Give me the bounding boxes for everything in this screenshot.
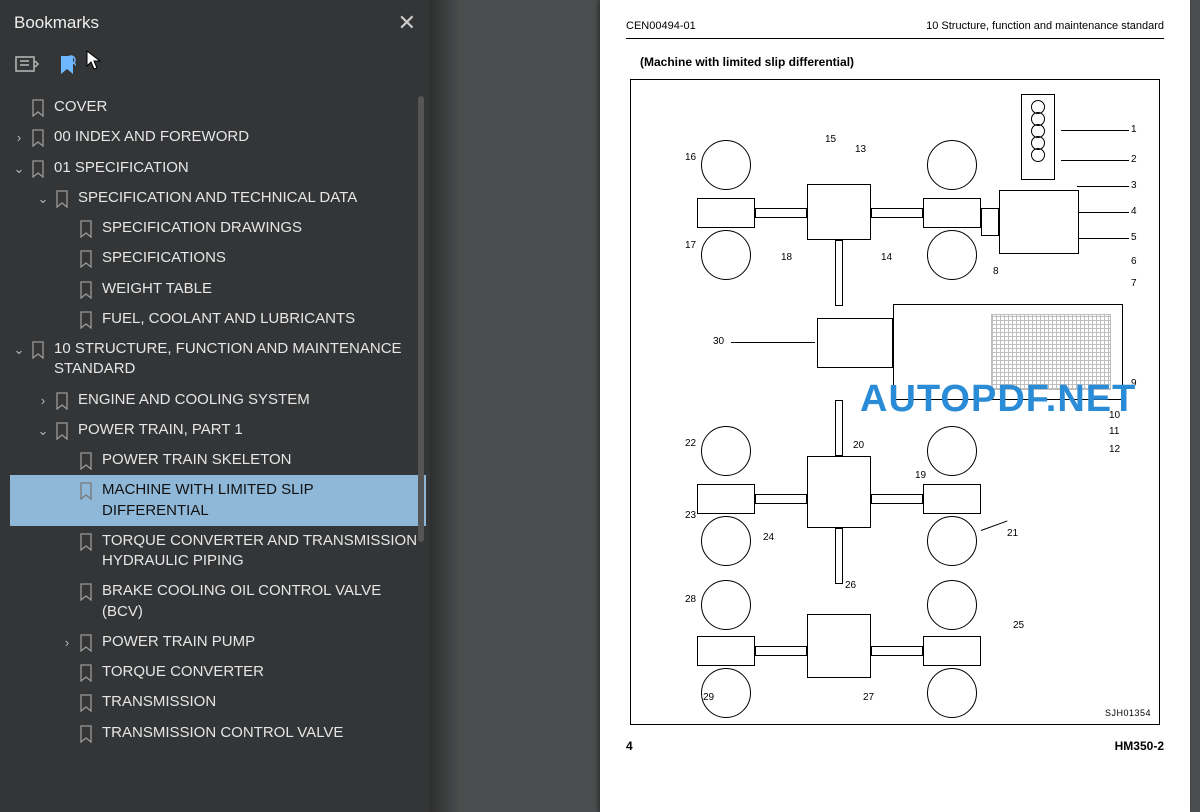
bookmark-icon [28, 160, 48, 178]
expand-chevron-icon[interactable]: ⌄ [34, 422, 52, 440]
bookmarks-title: Bookmarks [14, 13, 99, 33]
bookmark-item[interactable]: › 00 INDEX AND FOREWORD [10, 122, 426, 152]
bookmark-item[interactable]: POWER TRAIN SKELETON [10, 445, 426, 475]
page-footer: 4 HM350-2 [600, 725, 1190, 753]
bookmark-item[interactable]: ⌄ 10 STRUCTURE, FUNCTION AND MAINTENANCE … [10, 334, 426, 385]
bookmark-icon [76, 725, 96, 743]
bookmark-label: SPECIFICATIONS [102, 248, 420, 268]
bookmark-item[interactable]: COVER [10, 92, 426, 122]
bookmark-icon [76, 533, 96, 551]
bookmark-label: TORQUE CONVERTER [102, 662, 420, 682]
bookmark-icon [52, 190, 72, 208]
bookmark-icon [28, 99, 48, 117]
page-number: 4 [626, 739, 633, 753]
bookmark-label: SPECIFICATION DRAWINGS [102, 218, 420, 238]
bookmark-item[interactable]: ⌄ POWER TRAIN, PART 1 [10, 415, 426, 445]
bookmarks-panel: Bookmarks ✕ COVER › 00 INDEX AND FOREWORD ⌄… [0, 0, 430, 812]
bookmark-icon [76, 281, 96, 299]
bookmark-icon [28, 341, 48, 359]
expand-chevron-icon[interactable]: › [10, 129, 28, 147]
diagram-code: SJH01354 [1105, 708, 1151, 718]
bookmark-icon [76, 583, 96, 601]
bookmark-label: FUEL, COOLANT AND LUBRICANTS [102, 309, 420, 329]
bookmark-item[interactable]: ⌄ 01 SPECIFICATION [10, 153, 426, 183]
bookmark-item[interactable]: ⌄ SPECIFICATION AND TECHNICAL DATA [10, 183, 426, 213]
bookmark-label: TRANSMISSION [102, 692, 420, 712]
bookmark-label: COVER [54, 97, 420, 117]
bookmark-label: TORQUE CONVERTER AND TRANSMISSION HYDRAU… [102, 531, 420, 572]
expand-chevron-icon[interactable]: ⌄ [10, 341, 28, 359]
bookmark-tree: COVER›00 INDEX AND FOREWORD⌄01 SPECIFICA… [0, 92, 430, 812]
expand-chevron-icon[interactable]: › [34, 392, 52, 410]
bookmark-item[interactable]: › ENGINE AND COOLING SYSTEM [10, 385, 426, 415]
bookmark-icon [76, 452, 96, 470]
gutter-shadow [430, 0, 460, 812]
bookmark-label: POWER TRAIN SKELETON [102, 450, 420, 470]
bookmark-label: BRAKE COOLING OIL CONTROL VALVE (BCV) [102, 581, 420, 622]
close-icon[interactable]: ✕ [398, 10, 416, 36]
bookmark-item[interactable]: MACHINE WITH LIMITED SLIP DIFFERENTIAL [10, 475, 426, 526]
expand-chevron-icon[interactable]: › [58, 634, 76, 652]
bookmark-label: TRANSMISSION CONTROL VALVE [102, 723, 420, 743]
bookmark-icon [76, 250, 96, 268]
bookmark-label: ENGINE AND COOLING SYSTEM [78, 390, 420, 410]
bookmark-label: MACHINE WITH LIMITED SLIP DIFFERENTIAL [102, 480, 420, 521]
bookmarks-toolbar [0, 54, 430, 92]
scrollbar[interactable] [418, 96, 424, 542]
bookmark-icon [28, 129, 48, 147]
bookmark-icon [76, 664, 96, 682]
bookmark-label: 10 STRUCTURE, FUNCTION AND MAINTENANCE S… [54, 339, 420, 380]
bookmark-label: POWER TRAIN PUMP [102, 632, 420, 652]
page-subtitle: (Machine with limited slip differential) [600, 39, 1190, 79]
bookmark-icon [76, 694, 96, 712]
bookmark-item[interactable]: SPECIFICATION DRAWINGS [10, 213, 426, 243]
doc-id: CEN00494-01 [626, 20, 696, 32]
bookmark-icon [76, 220, 96, 238]
options-icon[interactable] [14, 54, 40, 78]
document-viewport[interactable]: CEN00494-01 10 Structure, function and m… [430, 0, 1200, 812]
expand-chevron-icon[interactable]: ⌄ [34, 190, 52, 208]
bookmark-icon [52, 392, 72, 410]
bookmark-icon [76, 311, 96, 329]
bookmark-item[interactable]: FUEL, COOLANT AND LUBRICANTS [10, 304, 426, 334]
bookmark-label: 01 SPECIFICATION [54, 158, 420, 178]
page-header: CEN00494-01 10 Structure, function and m… [600, 0, 1190, 36]
schematic-diagram: 1 2 3 4 5 6 7 8 9 10 11 12 13 14 15 16 1… [630, 79, 1160, 725]
bookmark-icon [76, 482, 96, 500]
bookmark-item[interactable]: SPECIFICATIONS [10, 243, 426, 273]
bookmark-icon [76, 634, 96, 652]
bookmark-item[interactable]: TRANSMISSION CONTROL VALVE [10, 718, 426, 748]
bookmark-label: SPECIFICATION AND TECHNICAL DATA [78, 188, 420, 208]
bookmark-item[interactable]: BRAKE COOLING OIL CONTROL VALVE (BCV) [10, 576, 426, 627]
bookmark-item[interactable]: TRANSMISSION [10, 687, 426, 717]
bookmark-item[interactable]: › POWER TRAIN PUMP [10, 627, 426, 657]
cursor-icon [86, 50, 104, 72]
bookmark-label: 00 INDEX AND FOREWORD [54, 127, 420, 147]
bookmark-label: WEIGHT TABLE [102, 279, 420, 299]
bookmarks-header: Bookmarks ✕ [0, 0, 430, 54]
bookmark-item[interactable]: TORQUE CONVERTER [10, 657, 426, 687]
bookmark-icon [52, 422, 72, 440]
pdf-page: CEN00494-01 10 Structure, function and m… [600, 0, 1190, 812]
model-number: HM350-2 [1115, 739, 1164, 753]
bookmark-item[interactable]: TORQUE CONVERTER AND TRANSMISSION HYDRAU… [10, 526, 426, 577]
bookmark-item[interactable]: WEIGHT TABLE [10, 274, 426, 304]
expand-chevron-icon[interactable]: ⌄ [10, 160, 28, 178]
section-title: 10 Structure, function and maintenance s… [926, 20, 1164, 32]
bookmark-label: POWER TRAIN, PART 1 [78, 420, 420, 440]
bookmark-ribbon-icon[interactable] [54, 54, 80, 78]
